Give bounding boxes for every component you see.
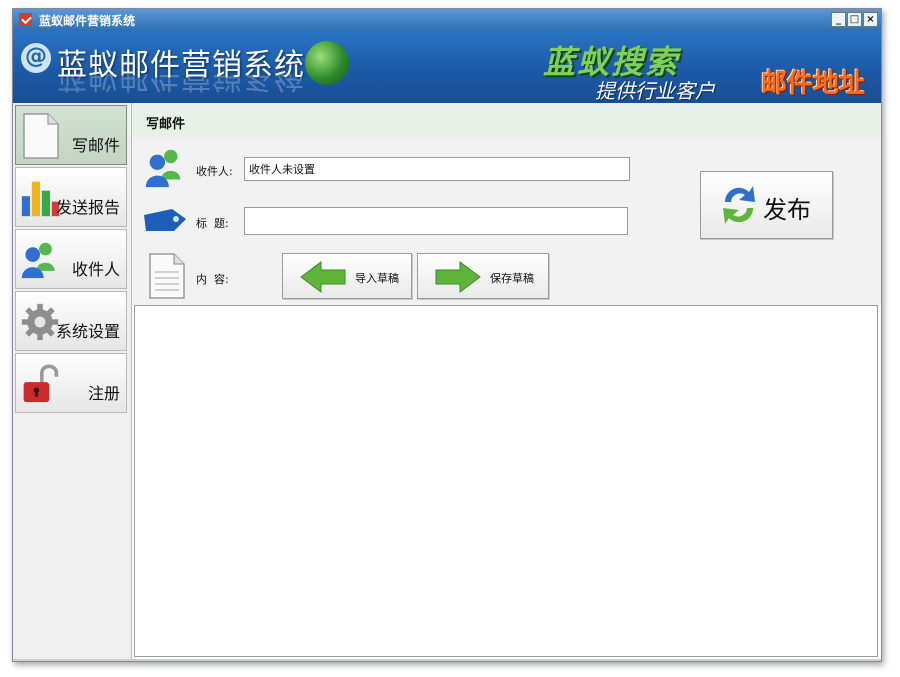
- sidebar-item-label: 收件人: [71, 260, 120, 279]
- window-title: 蓝蚁邮件营销系统: [39, 14, 136, 28]
- window-controls: _ □ ×: [831, 12, 878, 27]
- banner-slogan: 提供行业客户: [595, 79, 715, 103]
- recipient-label: 收件人:: [196, 165, 233, 178]
- globe-icon: [305, 41, 349, 85]
- users-icon: [21, 242, 55, 279]
- main-panel: 写邮件 收件人: 标 题:: [132, 103, 881, 659]
- maximize-button[interactable]: □: [847, 12, 862, 27]
- arrow-right-icon: [435, 261, 481, 293]
- sidebar-nav: 写邮件 发送报告 收件人 系统设置 注册: [13, 103, 132, 659]
- close-button[interactable]: ×: [863, 12, 878, 27]
- tag-icon: [144, 209, 186, 231]
- banner-slogan-highlight: 邮件地址: [761, 69, 866, 99]
- arrow-left-icon: [300, 261, 346, 293]
- subject-label: 标 题:: [196, 217, 229, 230]
- bar-chart-icon: [21, 181, 60, 217]
- subject-field[interactable]: [244, 207, 628, 235]
- compose-form: 收件人: 标 题: 内 容:: [132, 137, 881, 305]
- publish-button[interactable]: 发布: [700, 171, 833, 239]
- sidebar-item-label: 系统设置: [55, 322, 120, 341]
- at-sign-icon: @: [21, 43, 51, 73]
- sidebar-item-label: 注册: [87, 384, 120, 403]
- header-banner: @ 蓝蚁邮件营销系统 蓝蚁邮件营销系统 蓝蚁搜索 提供行业客户 邮件地址: [13, 31, 881, 103]
- minimize-button[interactable]: _: [831, 12, 846, 27]
- recipients-icon: [145, 149, 181, 188]
- sidebar-item-label: 发送报告: [55, 198, 120, 217]
- document-icon: [149, 253, 185, 299]
- save-draft-button[interactable]: 保存草稿: [417, 253, 549, 299]
- section-header: 写邮件: [132, 103, 881, 138]
- app-window: 蓝蚁邮件营销系统 _ □ × @ 蓝蚁邮件营销系统 蓝蚁邮件营销系统 蓝蚁搜索 …: [12, 8, 882, 662]
- unlocked-padlock-icon: [23, 364, 59, 403]
- gear-icon: [21, 303, 59, 341]
- banner-app-name-reflection: 蓝蚁邮件营销系统: [57, 74, 305, 94]
- import-draft-button[interactable]: 导入草稿: [282, 253, 412, 299]
- title-bar[interactable]: 蓝蚁邮件营销系统 _ □ ×: [13, 9, 881, 31]
- sidebar-item-recipients[interactable]: 收件人: [15, 229, 127, 289]
- status-bar: [13, 659, 881, 661]
- publish-label: 发布: [763, 196, 811, 224]
- document-icon: [23, 113, 59, 159]
- sidebar-item-compose[interactable]: 写邮件: [15, 105, 127, 165]
- page-title: 写邮件: [146, 117, 186, 132]
- content-editor[interactable]: [134, 305, 878, 657]
- refresh-icon: [723, 186, 755, 224]
- sidebar-item-register[interactable]: 注册: [15, 353, 127, 413]
- recipient-field[interactable]: [244, 157, 630, 181]
- sidebar-item-settings[interactable]: 系统设置: [15, 291, 127, 351]
- save-draft-label: 保存草稿: [490, 272, 534, 285]
- import-draft-label: 导入草稿: [355, 272, 399, 285]
- content-label: 内 容:: [196, 273, 229, 286]
- sidebar-item-label: 写邮件: [71, 136, 120, 155]
- sidebar-item-send-report[interactable]: 发送报告: [15, 167, 127, 227]
- app-mail-icon: [19, 13, 32, 26]
